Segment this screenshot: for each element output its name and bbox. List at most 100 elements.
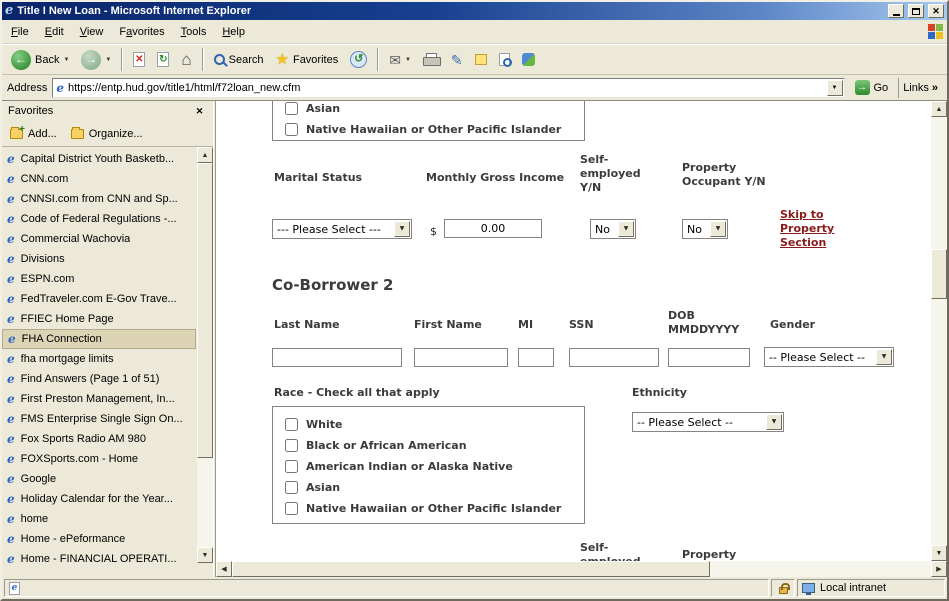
research-button[interactable] (494, 46, 515, 73)
dob-input[interactable] (668, 348, 750, 367)
dropdown-button[interactable]: ▼ (710, 221, 726, 237)
forward-dropdown-icon[interactable]: ▼ (105, 57, 111, 63)
print-button[interactable] (418, 46, 444, 73)
self-employed-select[interactable]: No ▼ (590, 219, 636, 239)
scroll-up-button[interactable]: ▲ (197, 147, 213, 163)
home-button[interactable]: ⌂ (176, 46, 196, 73)
forward-button[interactable]: → ▼ (76, 46, 116, 73)
favorite-item[interactable]: eFOXSports.com - Home (2, 449, 196, 469)
skip-to-property-link[interactable]: Skip to Property Section (780, 208, 842, 250)
menu-edit[interactable]: Edit (37, 22, 72, 42)
scroll-up-button[interactable]: ▲ (931, 101, 947, 117)
first-name-input[interactable] (414, 348, 508, 367)
add-favorite-button[interactable]: Add... (10, 128, 57, 140)
menu-tools[interactable]: Tools (173, 22, 215, 42)
scrollbar-thumb[interactable] (931, 249, 947, 299)
mail-button[interactable]: ✉ ▼ (384, 46, 416, 73)
discuss-button[interactable] (470, 46, 492, 73)
race-checkbox[interactable] (285, 481, 298, 494)
address-dropdown-button[interactable]: ▼ (827, 80, 843, 96)
race-option-row[interactable]: White (285, 415, 584, 433)
race-checkbox[interactable] (285, 102, 298, 115)
favorite-item[interactable]: eFind Answers (Page 1 of 51) (2, 369, 196, 389)
last-name-input[interactable] (272, 348, 402, 367)
race-option-row[interactable]: Black or African American (285, 436, 584, 454)
menu-help[interactable]: Help (214, 22, 253, 42)
minimize-button[interactable] (888, 4, 904, 18)
add-favorite-icon (10, 129, 23, 139)
stop-button[interactable]: ✕ (128, 46, 150, 73)
favorites-button[interactable]: ★ Favorites (271, 46, 344, 73)
gender-select[interactable]: -- Please Select -- ▼ (764, 347, 894, 367)
favorites-star-icon: ★ (276, 52, 289, 67)
favorite-item[interactable]: eCode of Federal Regulations -... (2, 209, 196, 229)
back-button[interactable]: ← Back ▼ (6, 46, 74, 73)
favorite-item[interactable]: eFMS Enterprise Single Sign On... (2, 409, 196, 429)
favorite-item[interactable]: ehome (2, 509, 196, 529)
race-option-row[interactable]: Native Hawaiian or Other Pacific Islande… (285, 120, 584, 138)
ethnicity-select[interactable]: -- Please Select -- ▼ (632, 412, 784, 432)
address-input[interactable]: e https://entp.hud.gov/title1/html/f72lo… (52, 78, 844, 98)
favorite-item[interactable]: eHome - FINANCIAL OPERATI... (2, 549, 196, 569)
favorite-item[interactable]: eFedTraveler.com E-Gov Trave... (2, 289, 196, 309)
dropdown-button[interactable]: ▼ (618, 221, 634, 237)
horizontal-scrollbar[interactable]: ◀ ▶ (216, 561, 947, 577)
race-checkbox[interactable] (285, 418, 298, 431)
scroll-right-button[interactable]: ▶ (931, 561, 947, 577)
dropdown-button[interactable]: ▼ (394, 221, 410, 237)
mi-input[interactable] (518, 348, 554, 367)
race-checkbox[interactable] (285, 439, 298, 452)
scrollbar-thumb[interactable] (197, 163, 213, 458)
race-checkbox[interactable] (285, 123, 298, 136)
scroll-left-button[interactable]: ◀ (216, 561, 232, 577)
favorite-item[interactable]: eFHA Connection (2, 329, 196, 349)
links-toolbar[interactable]: Links » (898, 78, 942, 98)
race-checkbox[interactable] (285, 460, 298, 473)
favorite-item[interactable]: eCommercial Wachovia (2, 229, 196, 249)
back-dropdown-icon[interactable]: ▼ (63, 57, 69, 63)
favorites-close-button[interactable]: ✕ (192, 104, 207, 118)
favorite-item[interactable]: efha mortgage limits (2, 349, 196, 369)
favorite-item[interactable]: eCapital District Youth Basketb... (2, 149, 196, 169)
menu-file[interactable]: File (3, 22, 37, 42)
messenger-button[interactable] (517, 46, 540, 73)
favorite-item[interactable]: eESPN.com (2, 269, 196, 289)
property-occupant-select[interactable]: No ▼ (682, 219, 728, 239)
favorite-item[interactable]: eFirst Preston Management, In... (2, 389, 196, 409)
scroll-down-button[interactable]: ▼ (931, 545, 947, 561)
menu-favorites[interactable]: Favorites (111, 22, 172, 42)
scrollbar-thumb[interactable] (232, 561, 710, 577)
ssn-input[interactable] (569, 348, 659, 367)
favorite-item[interactable]: eCNN.com (2, 169, 196, 189)
go-button[interactable]: → Go (850, 79, 894, 96)
scroll-down-button[interactable]: ▼ (197, 547, 213, 563)
favorites-scrollbar[interactable]: ▲ ▼ (197, 147, 213, 563)
favorite-item[interactable]: eGoogle (2, 469, 196, 489)
menu-view[interactable]: View (72, 22, 112, 42)
marital-status-select[interactable]: --- Please Select --- ▼ (272, 219, 412, 239)
organize-favorites-button[interactable]: Organize... (71, 128, 143, 140)
dropdown-button[interactable]: ▼ (876, 349, 892, 365)
monthly-income-input[interactable] (444, 219, 542, 238)
favorite-item[interactable]: eHome - ePeformance (2, 529, 196, 549)
maximize-button[interactable] (908, 4, 924, 18)
favorite-item[interactable]: eFox Sports Radio AM 980 (2, 429, 196, 449)
close-button[interactable]: ✕ (928, 4, 944, 18)
dropdown-button[interactable]: ▼ (766, 414, 782, 430)
race-option-row[interactable]: Native Hawaiian or Other Pacific Islande… (285, 499, 584, 517)
race-checkbox[interactable] (285, 502, 298, 515)
favorite-item[interactable]: eCNNSI.com from CNN and Sp... (2, 189, 196, 209)
favorite-item[interactable]: eFFIEC Home Page (2, 309, 196, 329)
history-button[interactable]: ↺ (345, 46, 372, 73)
edit-button[interactable]: ✎ (446, 46, 468, 73)
refresh-button[interactable]: ↻ (152, 46, 174, 73)
race-option-row[interactable]: Asian (285, 478, 584, 496)
race-option-row[interactable]: American Indian or Alaska Native (285, 457, 584, 475)
mail-dropdown-icon[interactable]: ▼ (405, 57, 411, 63)
vertical-scrollbar[interactable]: ▲ ▼ (931, 101, 947, 561)
race-option-row[interactable]: Asian (285, 101, 584, 117)
favorite-item[interactable]: eDivisions (2, 249, 196, 269)
favorite-item[interactable]: eHoliday Calendar for the Year... (2, 489, 196, 509)
chevron-right-icon: » (932, 82, 938, 94)
search-button[interactable]: Search (209, 46, 269, 73)
